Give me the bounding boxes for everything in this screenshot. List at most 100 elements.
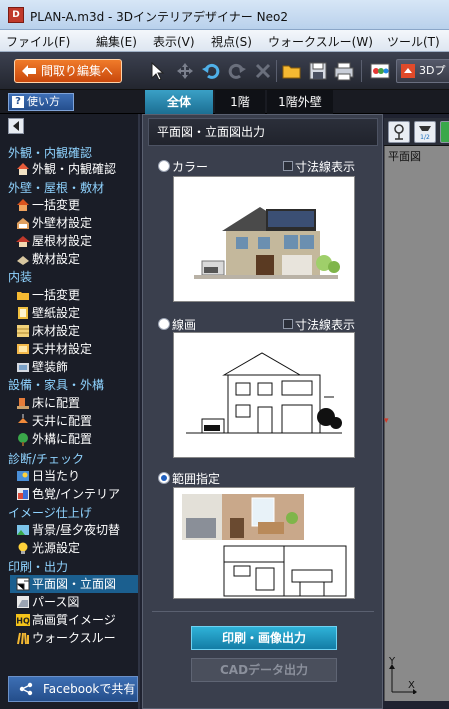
sidebar-item-place-exterior[interactable]: 外構に配置 (10, 430, 138, 448)
sidebar-item-label: 天井材設定 (32, 342, 93, 356)
sidebar-item-background-switch[interactable]: 背景/昼夕夜切替 (10, 521, 138, 539)
sidebar-item-wall-decor[interactable]: 壁装飾 (10, 358, 138, 376)
sidebar-item-perspective[interactable]: パース図 (10, 593, 138, 611)
line-dimension-checkbox[interactable] (283, 319, 293, 329)
menu-view[interactable]: 表示(V) (153, 33, 195, 50)
sidebar-item-hq-image[interactable]: HQ 高画質イメージ (10, 611, 138, 629)
section-header-exterior-materials: 外壁・屋根・敷材 (8, 181, 105, 195)
section-header-interior: 内装 (8, 270, 33, 284)
sidebar-item-floor-plan-elevation[interactable]: 平面図・立面図 (10, 575, 138, 593)
viewport-marker: ▾ (384, 416, 389, 426)
sidebar-item-exterior-wall[interactable]: 外壁材設定 (10, 214, 138, 232)
section-header-print-output: 印刷・出力 (8, 560, 69, 574)
floor-plan-viewport[interactable] (384, 146, 449, 701)
folder-icon (17, 292, 29, 300)
toolbar-separator (361, 60, 362, 82)
hq-image-icon: HQ (16, 614, 30, 626)
sidebar-item-label: 壁装飾 (32, 360, 69, 374)
green-indicator (440, 121, 449, 143)
sidebar-item-roof[interactable]: 屋根材設定 (10, 232, 138, 250)
sidebar-item-bulk-change-interior[interactable]: 一括変更 (10, 286, 138, 304)
sidebar-item-walkthrough[interactable]: ウォークスルー (10, 629, 138, 647)
window-title: PLAN-A.m3d - 3Dインテリアデザイナー Neo2 (30, 10, 288, 24)
save-icon[interactable] (307, 60, 329, 82)
menu-viewpoint[interactable]: 視点(S) (211, 33, 252, 50)
level-icon[interactable]: 1/2 (414, 121, 436, 143)
color-palette-icon[interactable] (369, 60, 391, 82)
sidebar-item-label: 光源設定 (32, 541, 81, 555)
svg-text:HQ: HQ (16, 617, 30, 626)
line-drawing-radio[interactable] (158, 318, 170, 330)
open-folder-icon[interactable] (281, 60, 303, 82)
viewport-toolbar: 1/2 (384, 118, 449, 146)
tab-floor-1-exterior[interactable]: 1階外壁 (267, 90, 333, 114)
facebook-share-label: Facebookで共有 (43, 682, 136, 696)
sidebar-item-light-source[interactable]: 光源設定 (10, 539, 138, 557)
sidebar-item-label: 床に配置 (32, 396, 81, 410)
range-select-radio-label: 範囲指定 (172, 472, 221, 486)
menu-tools[interactable]: ツール(T) (387, 33, 440, 50)
panel-title: 平面図・立面図出力 (148, 118, 378, 146)
sidebar-item-ground[interactable]: 敷材設定 (10, 250, 138, 268)
roof-icon (16, 236, 30, 247)
print-image-output-button[interactable]: 印刷・画像出力 (191, 626, 337, 650)
menu-bar: ファイル(F) 編集(E) 表示(V) 視点(S) ウォークスルー(W) ツール… (0, 30, 449, 52)
menu-file[interactable]: ファイル(F) (6, 33, 70, 50)
sidebar-item-label: 壁紙設定 (32, 306, 81, 320)
sidebar-item-floor-material[interactable]: 床材設定 (10, 322, 138, 340)
color-radio[interactable] (158, 160, 170, 172)
sidebar-item-color-vision[interactable]: 色覚/インテリア (10, 485, 138, 503)
back-arrow-icon (22, 65, 36, 77)
sidebar-item-label: 敷材設定 (32, 252, 81, 266)
undo-icon[interactable] (200, 60, 222, 82)
sidebar-item-label: 外観・内観確認 (32, 162, 117, 176)
sidebar-item-ceiling-material[interactable]: 天井材設定 (10, 340, 138, 358)
color-house-image (174, 177, 354, 301)
tabs-row: ? 使い方 全体 1階 1階外壁 (0, 90, 449, 114)
section-header-furniture: 設備・家具・外構 (8, 378, 105, 392)
sidebar-item-wallpaper[interactable]: 壁紙設定 (10, 304, 138, 322)
tab-all[interactable]: 全体 (145, 90, 213, 114)
cursor-icon[interactable] (146, 60, 168, 82)
section-header-exterior-check: 外観・内観確認 (8, 146, 93, 160)
range-select-radio[interactable] (158, 472, 170, 484)
line-dimension-label: 寸法線表示 (295, 318, 356, 332)
floor-icon (17, 325, 29, 337)
color-vision-icon (17, 488, 29, 500)
floor-place-icon (17, 398, 29, 409)
view-3d-button[interactable]: 3Dプ (396, 59, 449, 83)
sidebar-item-bulk-change-exterior[interactable]: 一括変更 (10, 196, 138, 214)
print-icon[interactable] (333, 60, 355, 82)
view-3d-label: 3Dプ (419, 64, 446, 77)
cad-data-output-button[interactable]: CADデータ出力 (191, 658, 337, 682)
axis-indicator: Y X (388, 656, 418, 695)
sunlight-icon (17, 471, 29, 481)
sidebar-item-exterior-interior-check[interactable]: 外観・内観確認 (10, 160, 138, 178)
tree-icon (18, 433, 28, 446)
menu-walkthrough[interactable]: ウォークスルー(W) (268, 33, 373, 50)
back-to-floorplan-button[interactable]: 間取り編集へ (14, 59, 122, 83)
delete-icon[interactable] (252, 60, 274, 82)
color-dimension-checkbox[interactable] (283, 161, 293, 171)
sidebar-item-place-on-floor[interactable]: 床に配置 (10, 394, 138, 412)
help-button[interactable]: ? 使い方 (8, 93, 74, 111)
section-header-image-finish: イメージ仕上げ (8, 506, 92, 520)
facebook-share-button[interactable]: Facebookで共有 (8, 676, 138, 702)
light-icon[interactable] (388, 121, 410, 143)
pan-icon[interactable] (174, 60, 196, 82)
sidebar-item-sunlight[interactable]: 日当たり (10, 467, 138, 485)
sidebar-item-label: 屋根材設定 (32, 234, 93, 248)
wall-icon (17, 218, 29, 229)
tab-floor-1[interactable]: 1階 (215, 90, 265, 114)
3d-view-icon (401, 64, 415, 78)
panel-divider (152, 611, 374, 612)
sidebar-item-label: 高画質イメージ (32, 613, 116, 627)
light-bulb-icon (18, 542, 28, 554)
sidebar-collapse-button[interactable] (8, 118, 24, 134)
ceiling-icon (17, 344, 29, 354)
sidebar-item-place-on-ceiling[interactable]: 天井に配置 (10, 412, 138, 430)
menu-edit[interactable]: 編集(E) (96, 33, 137, 50)
redo-icon[interactable] (226, 60, 248, 82)
share-icon (19, 682, 33, 696)
help-label: 使い方 (27, 95, 60, 108)
